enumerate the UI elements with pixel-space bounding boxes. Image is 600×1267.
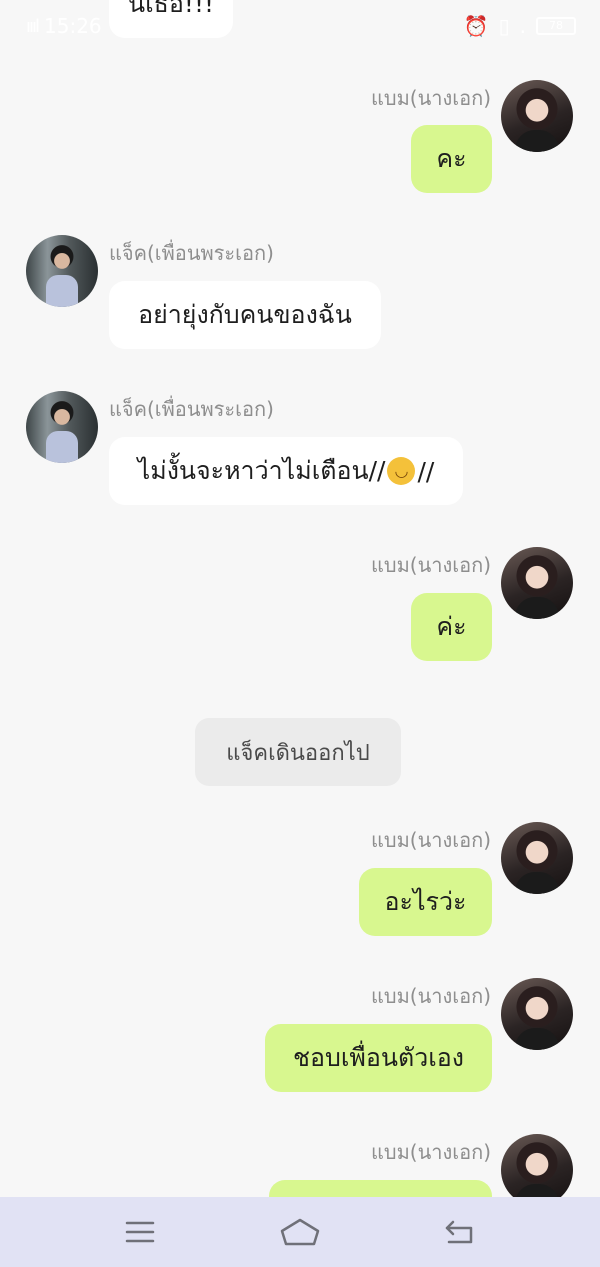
message-text: //: [417, 456, 435, 486]
chat-area[interactable]: ıııl 15:26 ⏰ ▯ . 78 นเธอ!!! แบม(นางเอก) …: [0, 0, 600, 1197]
signal-icon: ıııl: [26, 15, 40, 37]
message-bubble[interactable]: ค่ะ: [411, 593, 492, 661]
home-icon: [280, 1218, 320, 1246]
menu-button[interactable]: [110, 1212, 170, 1252]
status-time: 15:26: [44, 14, 102, 38]
sender-name: แบม(นางเอก): [371, 828, 491, 852]
avatar[interactable]: [501, 547, 573, 619]
message-bubble[interactable]: อะไรว่ะ: [359, 868, 492, 936]
back-icon: [445, 1220, 473, 1244]
alarm-icon: ⏰: [463, 14, 489, 38]
message-bubble[interactable]: ชอบเพื่อนตัวเอง: [265, 1024, 492, 1092]
status-bar: ıııl 15:26 ⏰ ▯ . 78: [0, 0, 600, 56]
avatar[interactable]: [501, 822, 573, 894]
message-bubble[interactable]: ไม่งั้นจะหาว่าไม่เตือน// ◡ //: [109, 437, 463, 505]
back-button[interactable]: [430, 1212, 490, 1252]
sender-name: แจ็ค(เพื่อนพระเอก): [109, 397, 274, 421]
status-dot: .: [519, 14, 526, 38]
system-message: แจ็คเดินออกไป: [195, 718, 401, 786]
avatar[interactable]: [501, 80, 573, 152]
no-sim-icon: ▯: [498, 14, 510, 38]
battery-icon: 78: [536, 17, 576, 35]
sender-name: แบม(นางเอก): [371, 553, 491, 577]
home-button[interactable]: [270, 1212, 330, 1252]
sender-name: แบม(นางเอก): [371, 1140, 491, 1164]
menu-icon: [125, 1221, 155, 1243]
status-icons: ⏰ ▯ . 78: [464, 14, 576, 38]
avatar[interactable]: [501, 1134, 573, 1197]
sender-name: แบม(นางเอก): [371, 984, 491, 1008]
avatar[interactable]: [501, 978, 573, 1050]
sender-name: แจ็ค(เพื่อนพระเอก): [109, 241, 274, 265]
smirk-emoji-icon: ◡: [387, 457, 416, 485]
message-bubble[interactable]: [269, 1180, 492, 1197]
message-bubble[interactable]: อย่ายุ่งกับคนของฉัน: [109, 281, 381, 349]
navigation-bar: [0, 1197, 600, 1267]
sender-name: แบม(นางเอก): [371, 86, 491, 110]
avatar[interactable]: [26, 235, 98, 307]
avatar[interactable]: [26, 391, 98, 463]
status-time-group: ıııl 15:26: [26, 14, 102, 38]
message-bubble[interactable]: คะ: [411, 125, 492, 193]
message-text: ไม่งั้นจะหาว่าไม่เตือน//: [137, 456, 386, 485]
